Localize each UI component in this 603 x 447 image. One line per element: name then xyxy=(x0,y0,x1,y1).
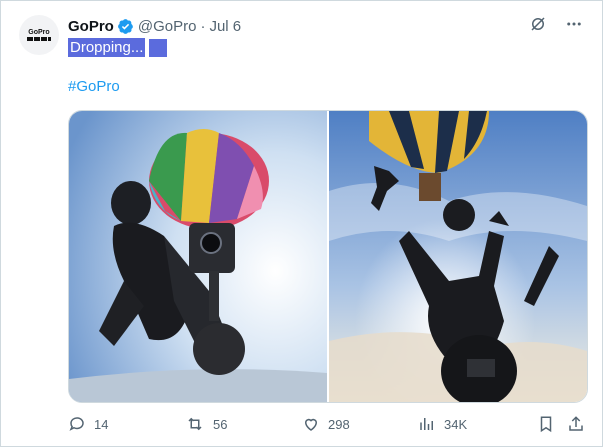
tweet-date[interactable]: Jul 6 xyxy=(209,18,241,35)
tweet-text: Dropping... xyxy=(68,38,146,57)
heart-icon xyxy=(304,418,318,431)
bookmark-button[interactable] xyxy=(537,415,555,433)
repost-count: 56 xyxy=(213,416,228,432)
more-icon[interactable] xyxy=(565,15,583,33)
repost-icon xyxy=(188,417,202,431)
hashtag-link[interactable]: #GoPro xyxy=(68,78,120,95)
tweet-media xyxy=(68,110,588,403)
reply-icon xyxy=(69,417,84,431)
emoji-selection xyxy=(149,39,168,58)
gopro-logo: GoPro xyxy=(27,29,51,41)
photo-right[interactable] xyxy=(329,111,587,402)
action-bar: 14 56 298 34K xyxy=(68,412,585,436)
author-handle[interactable]: @GoPro xyxy=(138,18,197,35)
author-name[interactable]: GoPro xyxy=(68,18,114,35)
separator-dot: · xyxy=(200,17,206,35)
photo-left[interactable] xyxy=(69,111,327,402)
reply-button[interactable]: 14 xyxy=(68,415,108,433)
reply-count: 14 xyxy=(94,416,109,432)
share-button[interactable] xyxy=(567,415,585,433)
view-count: 34K xyxy=(444,416,468,432)
tweet-text-container: Dropping... xyxy=(68,38,168,58)
avatar[interactable]: GoPro xyxy=(19,15,59,55)
top-actions xyxy=(529,15,583,33)
svg-text:GoPro: GoPro xyxy=(28,29,49,36)
repost-button[interactable]: 56 xyxy=(185,415,227,433)
like-count: 298 xyxy=(328,416,350,432)
bookmark-icon xyxy=(540,416,552,433)
like-button[interactable]: 298 xyxy=(302,415,350,433)
grok-icon[interactable] xyxy=(529,15,547,33)
share-icon xyxy=(569,416,583,431)
views-button[interactable]: 34K xyxy=(418,415,467,433)
views-icon xyxy=(420,418,433,430)
verified-badge-icon xyxy=(117,18,134,35)
tweet-header: GoPro @GoPro · Jul 6 xyxy=(68,16,241,36)
